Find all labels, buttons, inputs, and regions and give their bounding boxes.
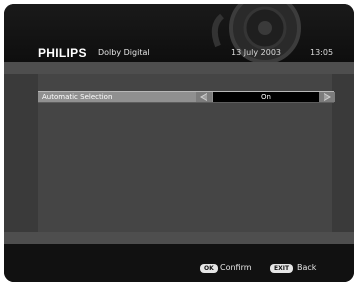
confirm-label: Confirm <box>220 263 252 272</box>
time-display: 13:05 <box>310 48 334 57</box>
menu-header: PHILIPS Dolby Digital 13 July 2003 13:05 <box>4 4 354 64</box>
footer-bar: OK Confirm EXIT Back <box>4 244 354 282</box>
setting-value[interactable]: On <box>213 92 319 102</box>
bottom-divider <box>4 232 354 244</box>
top-divider <box>4 62 354 74</box>
automatic-selection-row[interactable]: Automatic Selection On <box>38 91 335 103</box>
menu-title: Dolby Digital <box>98 48 150 57</box>
arrow-right-icon[interactable] <box>319 92 335 102</box>
brand-logo: PHILIPS <box>38 46 87 60</box>
arrow-left-icon[interactable] <box>196 92 212 102</box>
date-display: 13 July 2003 <box>231 48 282 57</box>
setting-label: Automatic Selection <box>42 93 113 101</box>
ok-key-badge[interactable]: OK <box>200 264 218 273</box>
back-label: Back <box>297 263 317 272</box>
settings-panel: Automatic Selection On <box>4 74 354 232</box>
tv-menu-screen: PHILIPS Dolby Digital 13 July 2003 13:05… <box>4 4 354 282</box>
exit-key-badge[interactable]: EXIT <box>270 264 294 273</box>
